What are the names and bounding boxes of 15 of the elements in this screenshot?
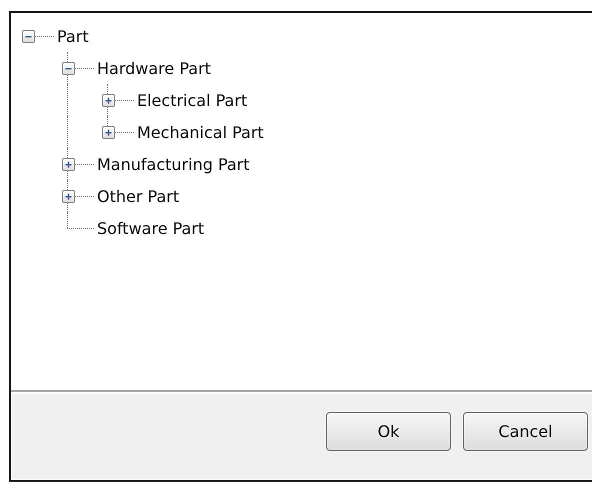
- tree-item[interactable]: Part: [56, 26, 89, 46]
- expand-icon[interactable]: [102, 126, 115, 139]
- ok-button[interactable]: Ok: [326, 412, 451, 451]
- collapse-icon[interactable]: [62, 62, 75, 75]
- expand-icon[interactable]: [62, 190, 75, 203]
- tree-item[interactable]: Other Part: [96, 186, 180, 206]
- tree-item[interactable]: Software Part: [96, 218, 204, 238]
- cancel-button[interactable]: Cancel: [463, 412, 588, 451]
- expand-icon[interactable]: [62, 158, 75, 171]
- tree-item[interactable]: Electrical Part: [136, 90, 248, 110]
- tree-item[interactable]: Mechanical Part: [136, 122, 264, 142]
- tree-item[interactable]: Hardware Part: [96, 58, 211, 78]
- collapse-icon[interactable]: [22, 30, 35, 43]
- expand-icon[interactable]: [102, 94, 115, 107]
- tree-item[interactable]: Manufacturing Part: [96, 154, 250, 174]
